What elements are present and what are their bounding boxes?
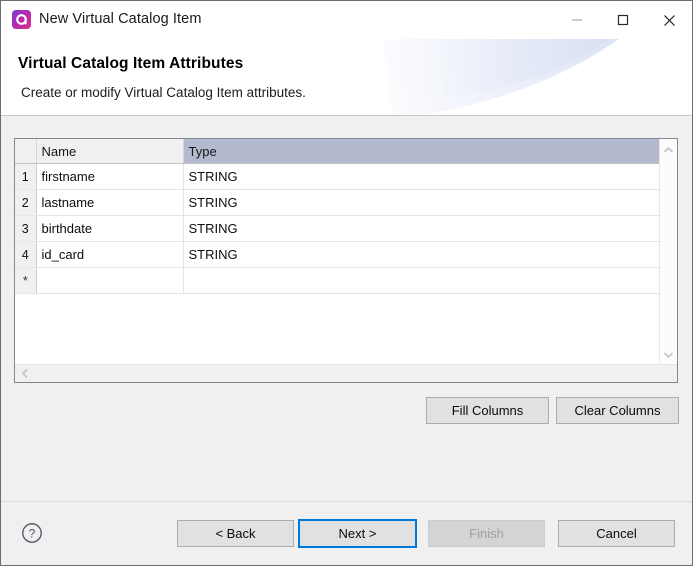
table-new-row[interactable]: * [15, 268, 660, 294]
back-button[interactable]: < Back [177, 520, 294, 547]
table-row[interactable]: 1 firstname STRING [15, 164, 660, 190]
finish-button: Finish [428, 520, 545, 547]
scroll-left-button[interactable] [16, 365, 33, 382]
window-controls [554, 1, 692, 39]
attributes-grid[interactable]: Name Type 1 firstname STRING 2 lastname [14, 138, 678, 383]
minimize-icon [571, 14, 583, 26]
row-number[interactable]: 2 [15, 190, 36, 216]
title-bar: New Virtual Catalog Item [1, 1, 692, 39]
cell-type[interactable]: STRING [183, 242, 660, 268]
column-header-type[interactable]: Type [183, 139, 660, 164]
scroll-down-button[interactable] [660, 346, 677, 363]
cell-name[interactable]: firstname [36, 164, 183, 190]
cell-name[interactable]: id_card [36, 242, 183, 268]
cell-name[interactable]: birthdate [36, 216, 183, 242]
chevron-down-icon [663, 351, 674, 359]
scrollbar-corner [660, 365, 677, 382]
cell-type[interactable] [183, 268, 660, 294]
maximize-button[interactable] [600, 1, 646, 39]
cell-name[interactable]: lastname [36, 190, 183, 216]
cell-type[interactable]: STRING [183, 190, 660, 216]
page-description: Create or modify Virtual Catalog Item at… [21, 85, 306, 100]
vertical-scrollbar[interactable] [659, 139, 677, 365]
table-header-row: Name Type [15, 139, 660, 164]
virtual-catalog-app-icon [12, 10, 31, 29]
row-number[interactable]: 4 [15, 242, 36, 268]
fill-columns-button[interactable]: Fill Columns [426, 397, 549, 424]
select-all-header[interactable] [15, 139, 36, 164]
chevron-up-icon [663, 146, 674, 154]
help-button[interactable]: ? [21, 522, 43, 544]
maximize-icon [617, 14, 629, 26]
scroll-up-button[interactable] [660, 141, 677, 158]
close-icon [663, 14, 676, 27]
chevron-left-icon [21, 368, 29, 379]
clear-columns-button[interactable]: Clear Columns [556, 397, 679, 424]
cell-type[interactable]: STRING [183, 164, 660, 190]
table-row[interactable]: 2 lastname STRING [15, 190, 660, 216]
row-number[interactable]: 1 [15, 164, 36, 190]
close-button[interactable] [646, 1, 692, 39]
cell-name[interactable] [36, 268, 183, 294]
help-icon: ? [21, 522, 43, 544]
window-title: New Virtual Catalog Item [39, 11, 202, 27]
svg-text:?: ? [29, 526, 36, 540]
row-number[interactable]: 3 [15, 216, 36, 242]
cancel-button[interactable]: Cancel [558, 520, 675, 547]
wizard-banner: Virtual Catalog Item Attributes Create o… [1, 39, 692, 116]
column-header-name[interactable]: Name [36, 139, 183, 164]
dialog-window: New Virtual Catalog Item [0, 0, 693, 566]
table-body: 1 firstname STRING 2 lastname STRING 3 b… [15, 164, 660, 294]
minimize-button[interactable] [554, 1, 600, 39]
dialog-body: Name Type 1 firstname STRING 2 lastname [1, 116, 692, 501]
horizontal-scrollbar[interactable] [15, 364, 677, 382]
table-row[interactable]: 4 id_card STRING [15, 242, 660, 268]
next-button[interactable]: Next > [298, 519, 417, 548]
attributes-table: Name Type 1 firstname STRING 2 lastname [15, 139, 660, 294]
attributes-grid-viewport: Name Type 1 firstname STRING 2 lastname [15, 139, 660, 365]
new-row-marker[interactable]: * [15, 268, 36, 294]
page-title: Virtual Catalog Item Attributes [18, 55, 243, 73]
table-row[interactable]: 3 birthdate STRING [15, 216, 660, 242]
cell-type[interactable]: STRING [183, 216, 660, 242]
